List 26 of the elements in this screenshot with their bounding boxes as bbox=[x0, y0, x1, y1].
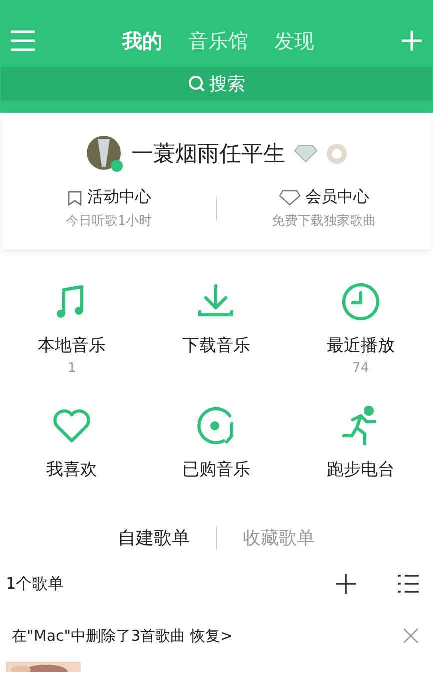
shortcut-label[interactable]: 下载音乐 bbox=[182, 334, 250, 357]
close-icon[interactable] bbox=[403, 628, 419, 644]
shortcut-label[interactable]: 最近播放 bbox=[326, 334, 395, 357]
plus-icon[interactable] bbox=[335, 573, 357, 595]
link-title[interactable]: 会员中心 bbox=[306, 187, 370, 208]
link-subtitle: 今日听歌1小时 bbox=[66, 213, 152, 230]
playlist-tab[interactable]: 自建歌单 bbox=[118, 526, 190, 550]
shortcut-label[interactable]: 已购音乐 bbox=[182, 458, 250, 481]
list-icon[interactable] bbox=[397, 574, 419, 594]
shortcut-label[interactable]: 本地音乐 bbox=[38, 334, 106, 357]
flag-icon bbox=[66, 190, 82, 206]
badge-icon bbox=[326, 143, 348, 165]
user-name: 一蓑烟雨任平生 bbox=[132, 141, 286, 169]
search-icon bbox=[188, 75, 206, 93]
diamond-icon bbox=[294, 145, 318, 163]
shortcut-count: 1 bbox=[68, 361, 76, 376]
shortcut-label[interactable]: 跑步电台 bbox=[326, 458, 395, 481]
link-title[interactable]: 活动中心 bbox=[88, 187, 152, 208]
vip-diamond-icon bbox=[278, 190, 300, 206]
notice-text: 在"Mac"中删除了3首歌曲 恢复> bbox=[11, 626, 234, 646]
shortcut-count: 74 bbox=[352, 361, 370, 376]
avatar[interactable] bbox=[86, 135, 124, 173]
playlist-count: 1个歌单 bbox=[6, 574, 64, 594]
shortcut-label[interactable]: 我喜欢 bbox=[46, 458, 98, 481]
link-subtitle: 免费下载独家歌曲 bbox=[272, 213, 376, 230]
restore-link[interactable]: 恢复> bbox=[190, 626, 234, 644]
